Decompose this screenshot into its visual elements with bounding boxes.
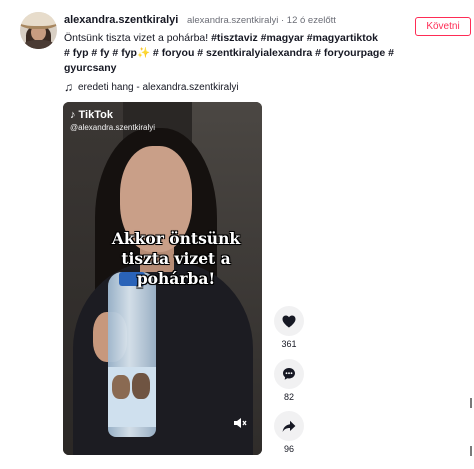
author-username[interactable]: alexandra.szentkiralyi	[64, 14, 178, 26]
video-player[interactable]: ♪ TikTok @alexandra.szentkiralyi Akkor ö…	[63, 102, 262, 455]
comment-action[interactable]: 82	[274, 359, 304, 402]
caption-intro: Öntsünk tiszta vizet a pohárba!	[64, 32, 212, 44]
video-overlay-text: Akkor öntsünk tiszta vizet a pohárba!	[111, 229, 241, 288]
like-button[interactable]	[274, 306, 304, 336]
scrollbar-mark	[470, 446, 472, 456]
comment-icon	[283, 368, 295, 380]
mute-icon[interactable]	[233, 417, 247, 432]
music-note-icon: ♫	[64, 80, 73, 94]
caption-hashtags[interactable]: #tisztaviz #magyar #magyartiktok	[211, 32, 378, 44]
avatar[interactable]	[20, 12, 57, 49]
follow-button[interactable]: Követni	[415, 17, 471, 36]
like-count: 361	[281, 339, 297, 349]
like-action[interactable]: 361	[274, 306, 304, 349]
author-meta: alexandra.szentkiralyi · 12 ó ezelőtt	[187, 15, 336, 26]
post-caption: Öntsünk tiszta vizet a pohárba! #tisztav…	[64, 31, 394, 76]
share-button[interactable]	[274, 411, 304, 441]
share-action[interactable]: 96	[274, 411, 304, 454]
tiktok-watermark: ♪ TikTok	[70, 109, 113, 121]
caption-hashtags-line3[interactable]: gyurcsany	[64, 62, 117, 74]
scrollbar-mark	[470, 398, 472, 408]
caption-hashtags-line2[interactable]: # fyp # fy # fyp✨ # foryou # szentkiraly…	[64, 47, 394, 59]
share-icon	[282, 420, 296, 432]
watermark-handle: @alexandra.szentkiralyi	[70, 123, 156, 132]
share-count: 96	[283, 444, 294, 454]
sound-link[interactable]: ♫ eredeti hang - alexandra.szentkiralyi	[64, 80, 239, 94]
comment-count: 82	[283, 392, 294, 402]
comment-button[interactable]	[274, 359, 304, 389]
sound-label: eredeti hang - alexandra.szentkiralyi	[78, 81, 239, 93]
tiktok-logo-icon: ♪	[70, 109, 76, 121]
heart-icon	[282, 315, 296, 327]
